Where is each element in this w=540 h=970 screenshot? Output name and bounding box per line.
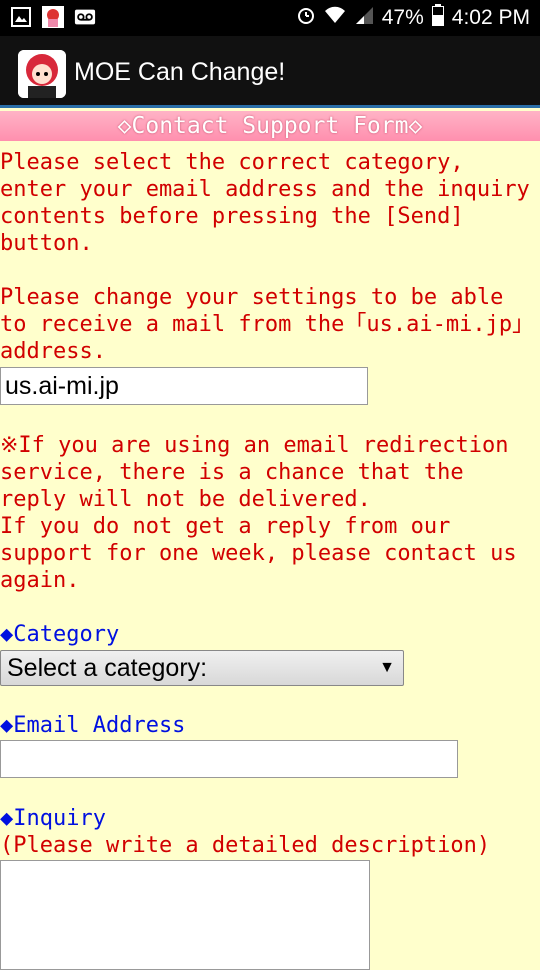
category-selected-value: Select a category: [7, 654, 208, 682]
status-left-icons [10, 6, 96, 28]
voicemail-icon [74, 6, 96, 28]
app-title: MOE Can Change! [74, 58, 286, 86]
status-bar: 47% 4:02 PM [0, 0, 540, 36]
dropdown-arrow-icon: ▼ [379, 659, 395, 676]
battery-percent: 47% [381, 6, 424, 29]
inquiry-label: ◆Inquiry [0, 806, 106, 831]
app-logo-icon [18, 50, 66, 98]
clock: 4:02 PM [451, 6, 530, 29]
warning-text: ※If you are using an email redirection s… [0, 433, 517, 593]
gallery-icon [10, 6, 32, 28]
alarm-icon [296, 5, 316, 31]
settings-note: Please change your settings to be able t… [0, 285, 535, 364]
intro-text: Please select the correct category, ente… [0, 150, 530, 256]
category-select[interactable]: Select a category: ▼ [0, 650, 404, 686]
warning-block: ※If you are using an email redirection s… [0, 432, 540, 594]
wifi-icon [324, 5, 346, 31]
category-label: ◆Category [0, 622, 120, 647]
signal-icon [354, 5, 374, 31]
inquiry-hint: (Please write a detailed description) [0, 833, 491, 858]
email-label: ◆Email Address [0, 713, 186, 738]
app-bar: MOE Can Change! [0, 36, 540, 108]
status-right: 47% 4:02 PM [296, 4, 530, 32]
app-notification-icon [42, 6, 64, 28]
form-header: ◇Contact Support Form◇ [0, 111, 540, 141]
inquiry-textarea[interactable] [0, 860, 370, 970]
form-content: Please select the correct category, ente… [0, 149, 540, 365]
email-field[interactable] [0, 740, 458, 778]
domain-field[interactable]: us.ai-mi.jp [0, 367, 368, 405]
battery-icon [431, 4, 444, 32]
